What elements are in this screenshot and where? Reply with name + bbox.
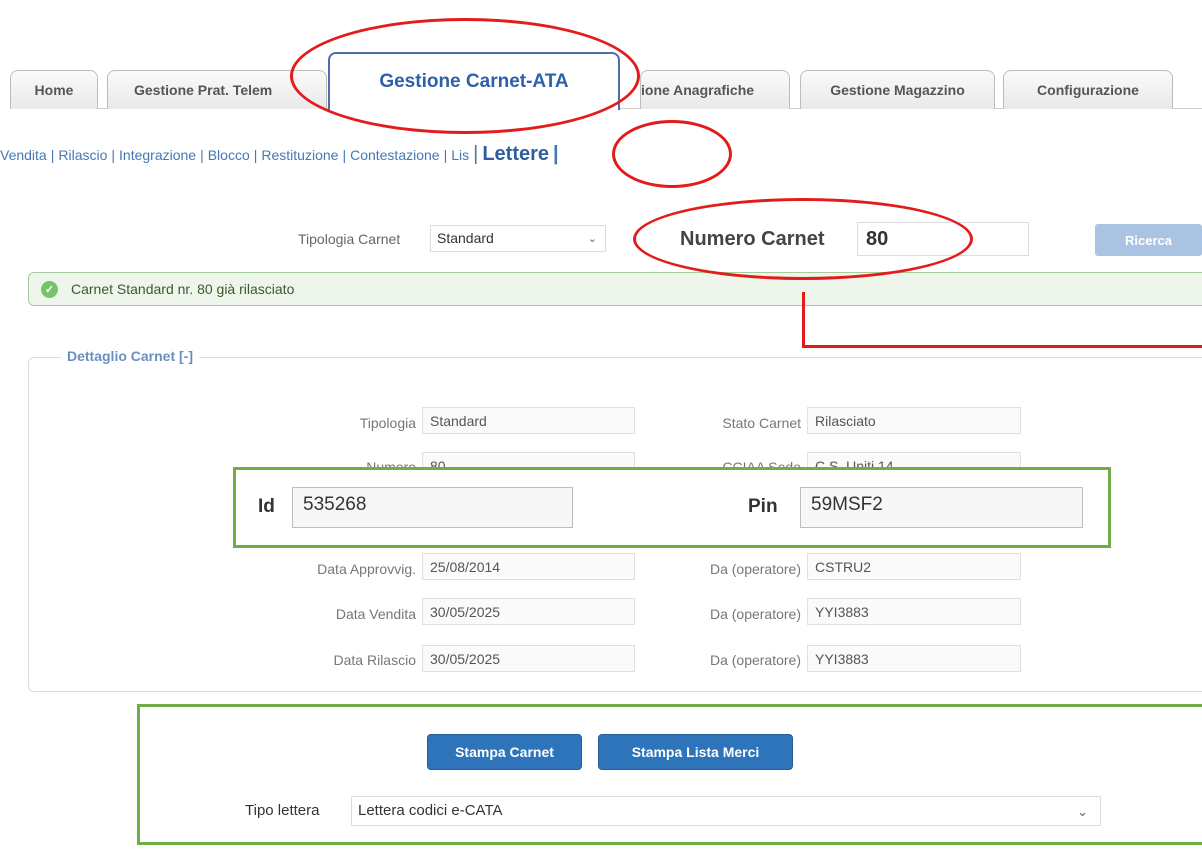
stampa-carnet-button[interactable]: Stampa Carnet [427,734,582,770]
operatore-3-label: Da (operatore) [709,652,801,668]
success-alert: ✓ Carnet Standard nr. 80 già rilasciato [28,272,1202,306]
highlight-ellipse-tab [290,18,640,134]
check-circle-icon: ✓ [41,280,58,298]
submenu-rilascio[interactable]: Rilascio [58,147,107,163]
stampa-lista-merci-label: Stampa Lista Merci [631,744,760,760]
data-approvvig-label: Data Approvvig. [317,561,416,577]
data-vendita-label: Data Vendita [335,606,416,622]
submenu-lettere[interactable]: Lettere [482,143,549,165]
data-rilascio-label: Data Rilascio [333,652,416,668]
tab-anagrafiche-label: ione Anagrafiche [641,82,755,98]
tipologia-label: Tipologia [359,415,416,431]
operatore-1-field: CSTRU2 [807,553,1021,580]
tab-gestione-prat-label: Gestione Prat. Telem [134,82,273,98]
submenu-restituzione[interactable]: Restituzione [261,147,338,163]
tipo-lettera-value: Lettera codici e-CATA [358,802,503,819]
tipologia-field: Standard [422,407,635,434]
stampa-lista-merci-button[interactable]: Stampa Lista Merci [598,734,793,770]
pin-label: Pin [748,496,778,517]
tipologia-carnet-value: Standard [437,230,494,246]
ricerca-label: Ricerca [1125,232,1172,248]
highlight-connector-vertical [802,292,805,348]
dettaglio-carnet-legend[interactable]: Dettaglio Carnet [-] [61,348,199,364]
highlight-ellipse-lettere [612,120,732,188]
operatore-2-field: YYI3883 [807,598,1021,625]
pin-field: 59MSF2 [800,487,1083,528]
operatore-3-field: YYI3883 [807,645,1021,672]
submenu-contestazione[interactable]: Contestazione [350,147,440,163]
operatore-1-label: Da (operatore) [709,561,801,577]
submenu: Vendita | Rilascio | Integrazione | Blocco | Res… [0,143,559,165]
chevron-down-icon: ⌄ [1077,804,1088,819]
tipologia-carnet-select[interactable]: Standard ⌄ [430,225,606,252]
tab-configurazione-label: Configurazione [1037,82,1139,98]
highlight-ellipse-numero [633,198,973,280]
tipologia-carnet-label: Tipologia Carnet [298,231,401,247]
stampa-carnet-label: Stampa Carnet [455,744,554,760]
stato-carnet-label: Stato Carnet [722,415,801,431]
id-field: 535268 [292,487,573,528]
tab-magazzino-label: Gestione Magazzino [830,82,965,98]
tipo-lettera-label: Tipo lettera [245,802,320,819]
id-label: Id [258,496,275,517]
chevron-down-icon: ⌄ [587,233,597,245]
tab-gestione-anagrafiche[interactable]: ione Anagrafiche [640,70,790,109]
data-vendita-field: 30/05/2025 [422,598,635,625]
ricerca-button[interactable]: Ricerca [1095,224,1202,256]
data-approvvig-field: 25/08/2014 [422,553,635,580]
tab-home[interactable]: Home [10,70,98,109]
operatore-2-label: Da (operatore) [709,606,801,622]
tab-gestione-magazzino[interactable]: Gestione Magazzino [800,70,995,109]
submenu-vendita[interactable]: Vendita [0,147,47,163]
tab-configurazione[interactable]: Configurazione [1003,70,1173,109]
tab-home-label: Home [34,82,74,98]
tipo-lettera-select[interactable]: Lettera codici e-CATA ⌄ [351,796,1101,826]
highlight-connector-horizontal [802,345,1202,348]
submenu-blocco[interactable]: Blocco [208,147,250,163]
stato-carnet-field: Rilasciato [807,407,1021,434]
alert-message: Carnet Standard nr. 80 già rilasciato [71,281,295,297]
submenu-lista[interactable]: Lis [451,147,469,163]
submenu-integrazione[interactable]: Integrazione [119,147,196,163]
data-rilascio-field: 30/05/2025 [422,645,635,672]
